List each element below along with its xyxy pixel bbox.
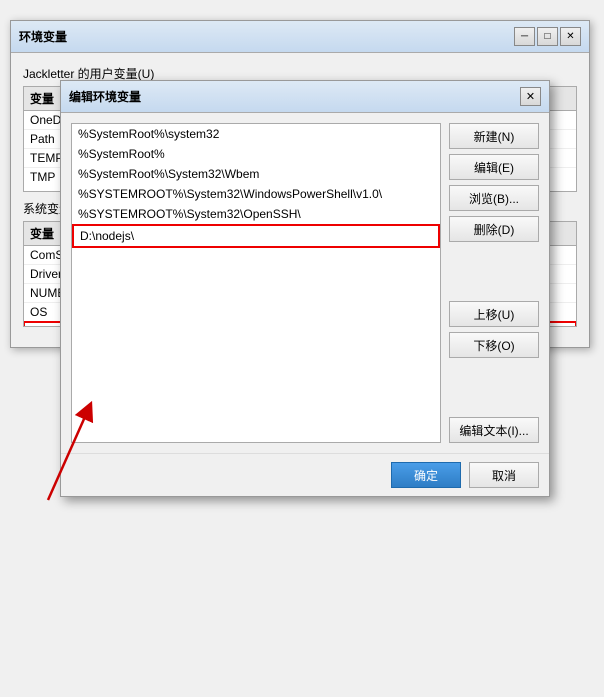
new-button[interactable]: 新建(N) <box>449 123 539 149</box>
close-button[interactable]: ✕ <box>560 27 581 46</box>
ok-button[interactable]: 确定 <box>391 462 461 488</box>
dialog-title-bar: 编辑环境变量 ✕ <box>61 81 549 113</box>
dialog-close-button[interactable]: ✕ <box>520 87 541 106</box>
dialog-footer: 确定 取消 <box>61 453 549 496</box>
path-list[interactable]: %SystemRoot%\system32 %SystemRoot% %Syst… <box>71 123 441 443</box>
path-item[interactable]: %SystemRoot%\system32 <box>72 124 440 144</box>
dialog-title: 编辑环境变量 <box>69 88 141 105</box>
main-window-title: 环境变量 <box>19 28 67 45</box>
browse-button[interactable]: 浏览(B)... <box>449 185 539 211</box>
move-down-button[interactable]: 下移(O) <box>449 332 539 358</box>
path-item[interactable]: %SystemRoot% <box>72 144 440 164</box>
dialog-action-buttons: 新建(N) 编辑(E) 浏览(B)... 删除(D) 上移(U) 下移(O) 编… <box>449 123 539 443</box>
edit-button[interactable]: 编辑(E) <box>449 154 539 180</box>
title-bar-controls: ─ □ ✕ <box>514 27 581 46</box>
path-item[interactable]: %SYSTEMROOT%\System32\OpenSSH\ <box>72 204 440 224</box>
cancel-button[interactable]: 取消 <box>469 462 539 488</box>
minimize-button[interactable]: ─ <box>514 27 535 46</box>
move-up-button[interactable]: 上移(U) <box>449 301 539 327</box>
path-item-nodejs[interactable]: D:\nodejs\ <box>72 224 440 248</box>
dialog-content: %SystemRoot%\system32 %SystemRoot% %Syst… <box>61 113 549 453</box>
edit-text-button[interactable]: 编辑文本(I)... <box>449 417 539 443</box>
path-item[interactable]: %SYSTEMROOT%\System32\WindowsPowerShell\… <box>72 184 440 204</box>
main-title-bar: 环境变量 ─ □ ✕ <box>11 21 589 53</box>
maximize-button[interactable]: □ <box>537 27 558 46</box>
delete-button[interactable]: 删除(D) <box>449 216 539 242</box>
path-item[interactable]: %SystemRoot%\System32\Wbem <box>72 164 440 184</box>
edit-env-dialog: 编辑环境变量 ✕ %SystemRoot%\system32 %SystemRo… <box>60 80 550 497</box>
